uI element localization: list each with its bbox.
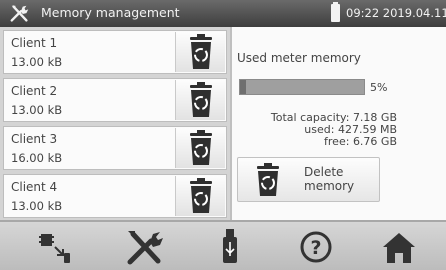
recycle-bin-icon xyxy=(190,34,212,69)
recycle-bin-icon xyxy=(190,178,212,213)
client-size: 13.00 kB xyxy=(11,55,63,69)
bottom-nav: ? xyxy=(0,220,446,270)
client-size: 13.00 kB xyxy=(11,103,63,117)
recycle-bin-icon xyxy=(190,82,212,117)
window-title: Memory management xyxy=(41,5,180,20)
client-name: Client 4 xyxy=(11,180,58,194)
recycle-bin-icon xyxy=(257,163,279,196)
client-row[interactable]: Client 3 16.00 kB xyxy=(3,126,227,170)
delete-client-button[interactable] xyxy=(175,80,225,120)
home-icon xyxy=(383,233,415,263)
help-icon: ? xyxy=(300,231,332,263)
meter-transfer-icon xyxy=(39,234,70,263)
help-button[interactable]: ? xyxy=(291,225,341,269)
delete-client-button[interactable] xyxy=(175,32,225,72)
client-name: Client 2 xyxy=(11,84,58,98)
capacity-stats: Total capacity: 7.18 GB used: 427.59 MB … xyxy=(242,112,397,148)
delete-memory-label-line2: memory xyxy=(304,179,355,193)
memory-panel: Used meter memory 5% Total capacity: 7.1… xyxy=(230,27,446,220)
datetime: 09:22 2019.04.11 xyxy=(346,6,446,20)
used-memory-label: Used meter memory xyxy=(237,51,361,65)
free-value: 6.76 GB xyxy=(352,135,397,148)
usb-stick-icon xyxy=(223,229,237,263)
meter-transfer-button[interactable] xyxy=(31,225,81,269)
title-bar: Memory management 09:22 2019.04.11 xyxy=(0,0,446,27)
svg-text:?: ? xyxy=(310,237,321,259)
client-name: Client 1 xyxy=(11,36,58,50)
delete-client-button[interactable] xyxy=(175,176,225,216)
delete-memory-label-line1: Delete xyxy=(304,165,344,179)
client-row[interactable]: Client 4 13.00 kB xyxy=(3,174,227,218)
tools-button[interactable] xyxy=(119,225,169,269)
free-label: free: xyxy=(324,135,350,148)
client-name: Client 3 xyxy=(11,132,58,146)
battery-icon xyxy=(331,2,340,22)
client-size: 16.00 kB xyxy=(11,151,63,165)
client-list: Client 1 13.00 kB Client 2 13.00 kB Clie… xyxy=(0,27,230,220)
memory-usage-percent: 5% xyxy=(370,81,388,94)
client-row[interactable]: Client 1 13.00 kB xyxy=(3,30,227,74)
tools-icon xyxy=(127,231,163,265)
delete-memory-button[interactable]: Delete memory xyxy=(237,157,380,202)
tools-icon xyxy=(10,5,29,22)
usb-button[interactable] xyxy=(205,225,255,269)
memory-usage-fill xyxy=(240,80,247,94)
recycle-bin-icon xyxy=(190,130,212,165)
delete-client-button[interactable] xyxy=(175,128,225,168)
client-row[interactable]: Client 2 13.00 kB xyxy=(3,78,227,122)
memory-usage-bar xyxy=(239,79,365,95)
delete-memory-label: Delete memory xyxy=(304,165,354,193)
home-button[interactable] xyxy=(374,225,424,269)
client-size: 13.00 kB xyxy=(11,199,63,213)
